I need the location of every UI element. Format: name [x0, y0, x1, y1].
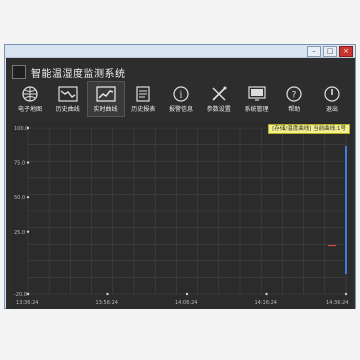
info-icon: i — [169, 84, 193, 104]
nav-history-curve[interactable]: 历史曲线 — [50, 82, 86, 116]
x-tick-label: 14:16:24 — [255, 300, 277, 306]
nav-label: 电子地图 — [17, 106, 42, 113]
y-tick-label: 100.0 — [14, 126, 28, 132]
realtime-curve-icon — [94, 84, 118, 104]
nav-help[interactable]: ? 帮助 — [276, 82, 312, 116]
nav-label: 历史曲线 — [55, 106, 80, 113]
y-tick-label: 75.0 — [14, 161, 25, 167]
svg-text:?: ? — [292, 91, 297, 101]
report-icon — [131, 84, 155, 104]
nav-label: 实时曲线 — [93, 106, 118, 113]
window-controls: – □ × — [307, 46, 353, 57]
bottom-margin — [0, 309, 360, 360]
x-tick-point — [185, 292, 189, 296]
x-tick-label: 14:36:24 — [326, 300, 348, 306]
x-tick-label: 13:36:24 — [16, 300, 38, 306]
y-tick-label: -20.0 — [14, 292, 27, 298]
nav-electronic-map[interactable]: 电子地图 — [12, 82, 48, 116]
nav-label: 退出 — [325, 106, 338, 113]
y-tick-point — [26, 195, 30, 199]
y-tick-point — [26, 126, 30, 130]
app-window: – □ × 智能温湿度监测系统 电子地图 历史曲线 实时曲线 历史报表 i 报警… — [4, 44, 356, 310]
y-tick-label: 50.0 — [14, 195, 25, 201]
monitor-icon — [245, 84, 269, 104]
help-icon: ? — [282, 84, 306, 104]
nav-realtime-curve[interactable]: 实时曲线 — [86, 81, 125, 117]
realtime-chart: 100.0 75.0 50.0 25.0 -20.0 13:36:24 13:56:24 1… — [12, 122, 352, 310]
y-tick-point — [26, 230, 30, 233]
chart-legend: [存储/温度曲线] 当前曲线:1号 — [268, 124, 350, 134]
x-tick-point — [26, 292, 30, 296]
tools-icon — [207, 84, 231, 104]
svg-text:i: i — [180, 91, 183, 101]
right-indicator-bar — [345, 146, 347, 274]
power-icon — [320, 84, 344, 104]
nav-label: 参数设置 — [206, 106, 231, 113]
nav-alarm-info[interactable]: i 报警信息 — [163, 82, 199, 116]
app-title: 智能温湿度监测系统 — [31, 68, 126, 80]
chart-background — [12, 122, 352, 310]
app-logo-icon — [12, 65, 26, 79]
y-tick-label: 25.0 — [14, 230, 25, 236]
chart-svg: 100.0 75.0 50.0 25.0 -20.0 13:36:24 13:56:24 1… — [12, 122, 352, 310]
nav-system-management[interactable]: 系统管理 — [239, 82, 275, 116]
x-tick-point — [106, 292, 109, 296]
nav-label: 系统管理 — [244, 106, 269, 113]
nav-label: 报警信息 — [168, 106, 193, 113]
nav-exit[interactable]: 退出 — [314, 82, 350, 116]
x-tick-label: 13:56:24 — [96, 300, 118, 306]
minimize-button[interactable]: – — [307, 46, 321, 57]
nav-label: 帮助 — [288, 106, 301, 113]
nav-parameter-settings[interactable]: 参数设置 — [201, 82, 237, 116]
x-tick-point — [344, 292, 348, 296]
history-curve-icon — [56, 84, 80, 104]
x-tick-point — [265, 292, 268, 296]
nav-label: 历史报表 — [131, 106, 156, 113]
globe-icon — [18, 84, 42, 104]
main-nav: 电子地图 历史曲线 实时曲线 历史报表 i 报警信息 参数设置 系统管理 ? 帮… — [12, 81, 350, 117]
maximize-button[interactable]: □ — [323, 46, 337, 57]
window-titlebar: – □ × — [5, 45, 355, 58]
close-button[interactable]: × — [339, 46, 353, 57]
app-brand: 智能温湿度监测系统 — [12, 64, 126, 80]
x-tick-label: 14:06:24 — [175, 300, 197, 306]
app-surface: 智能温湿度监测系统 电子地图 历史曲线 实时曲线 历史报表 i 报警信息 参数设… — [6, 58, 355, 310]
nav-history-report[interactable]: 历史报表 — [125, 82, 161, 116]
